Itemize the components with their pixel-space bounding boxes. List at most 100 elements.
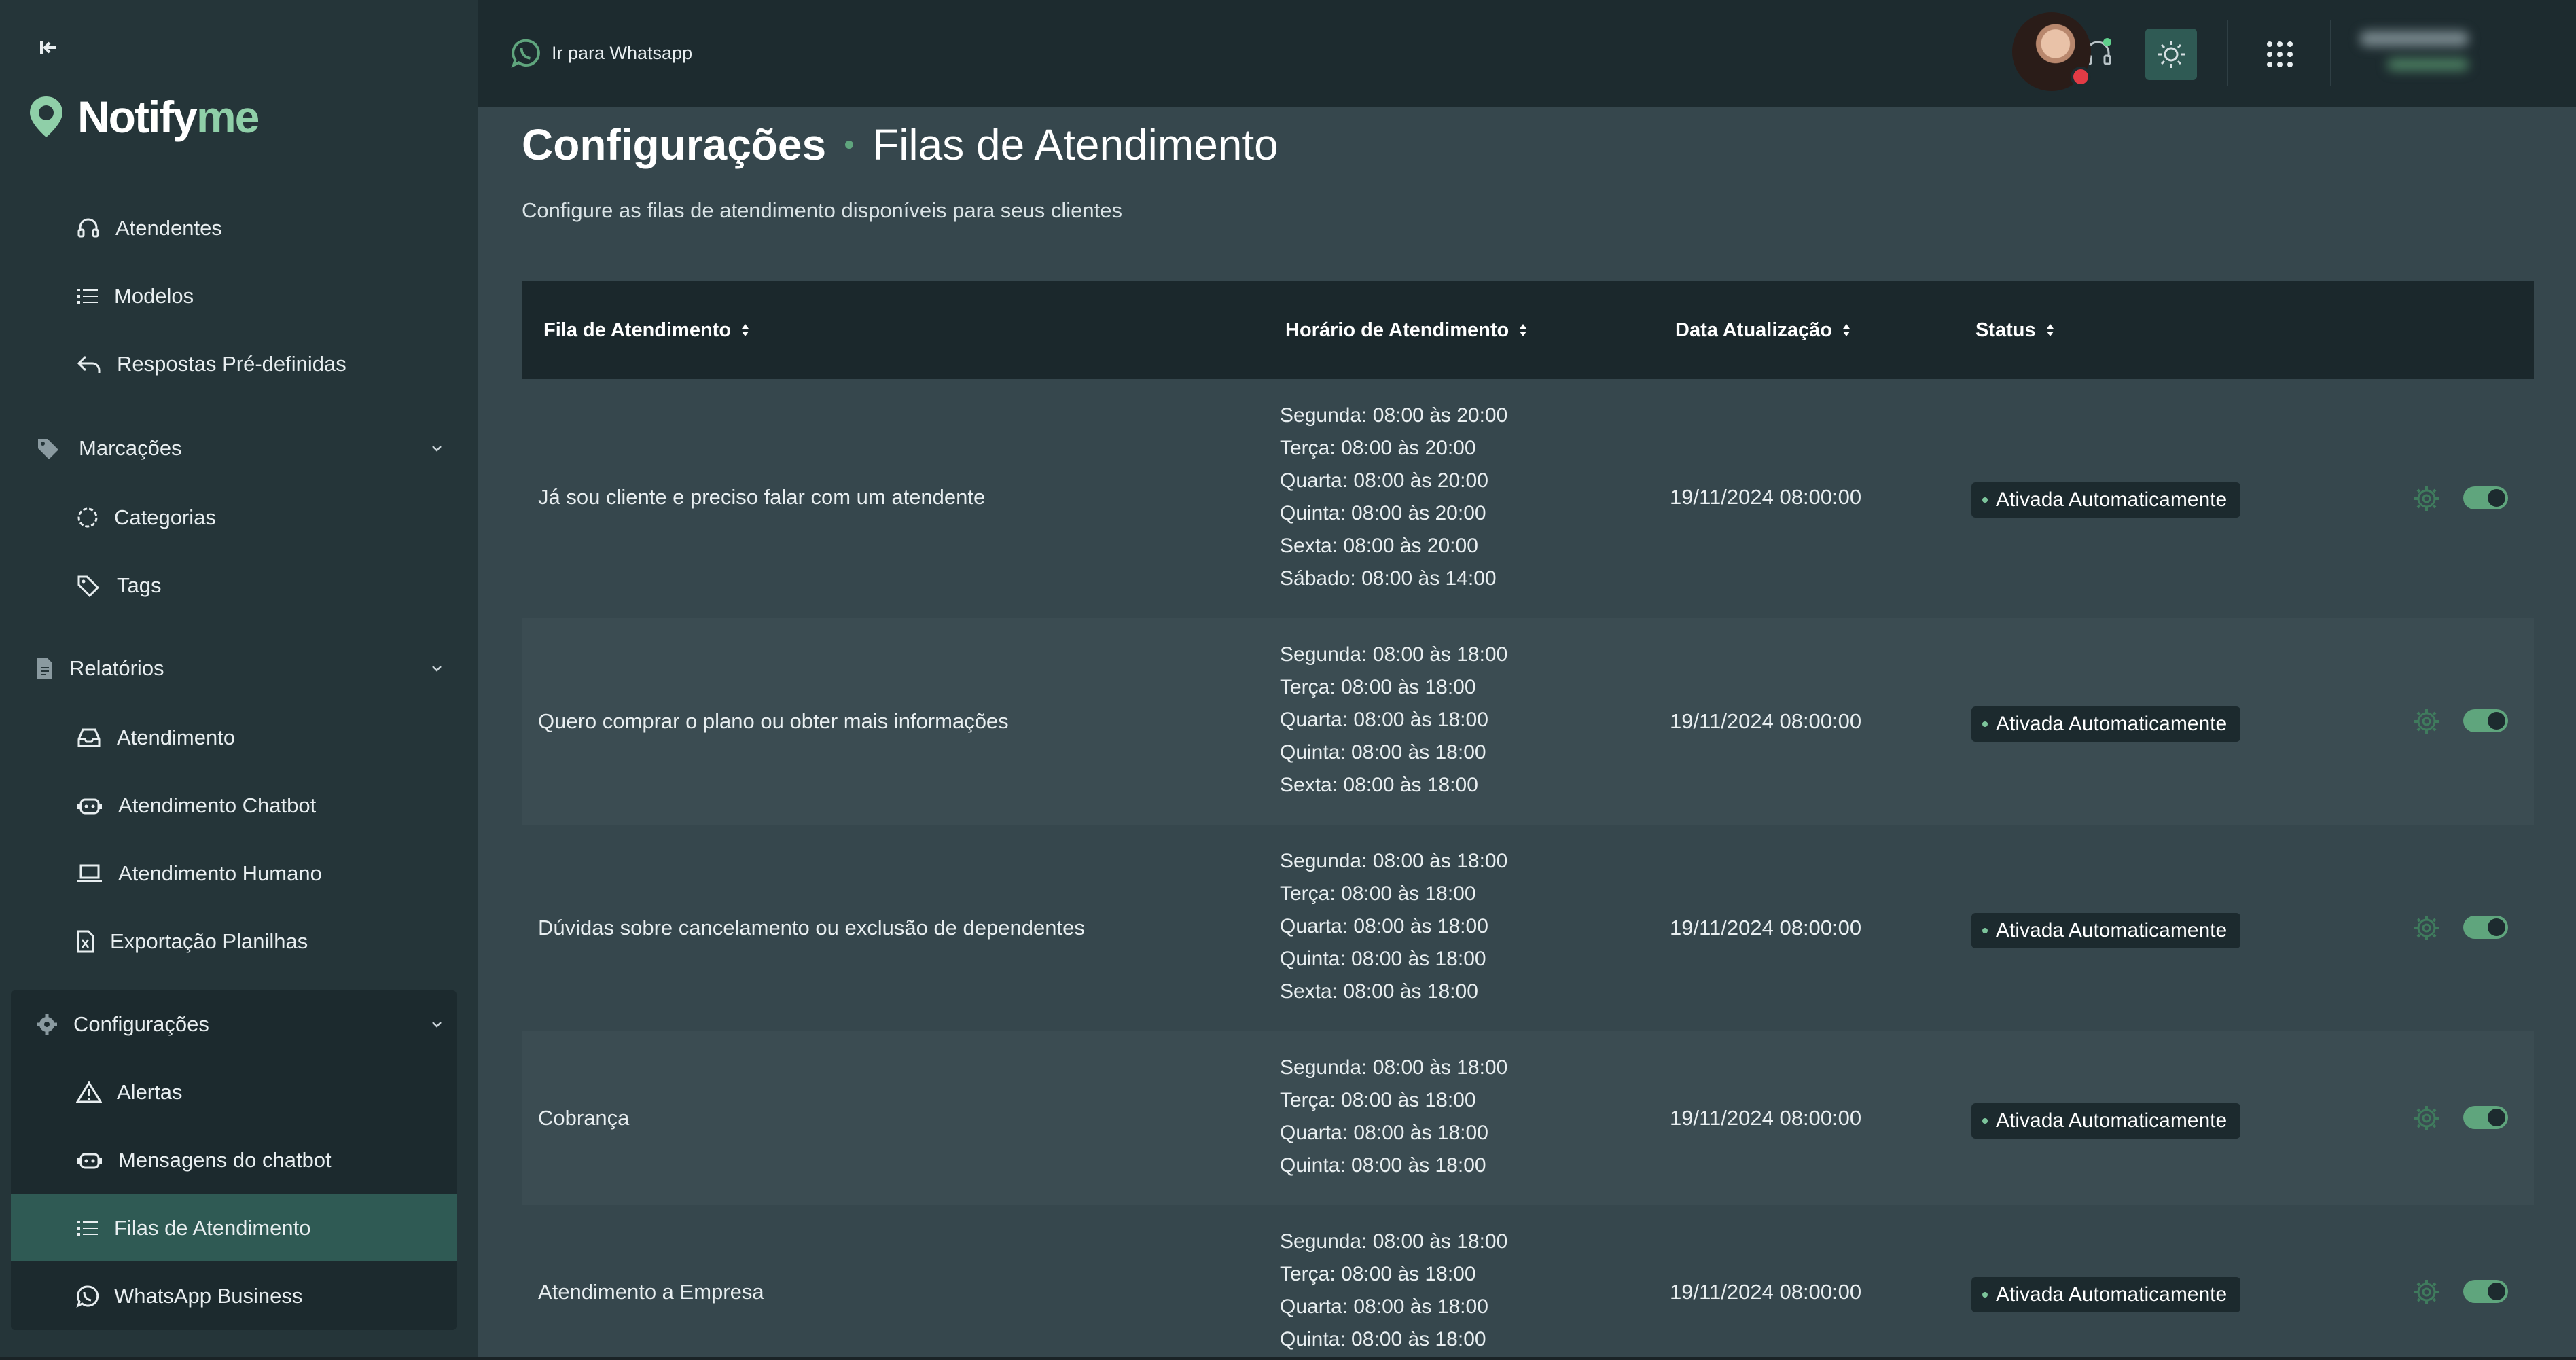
table-row: Dúvidas sobre cancelamento ou exclusão d… bbox=[522, 825, 2534, 1031]
sidebar-item-label: Atendimento bbox=[117, 726, 236, 749]
sidebar-item-atendimento-humano[interactable]: Atendimento Humano bbox=[76, 861, 322, 886]
sidebar-item-whatsapp-business[interactable]: WhatsApp Business bbox=[76, 1284, 302, 1308]
sidebar-section-relatorios[interactable]: Relatórios bbox=[35, 656, 443, 681]
gear-icon[interactable] bbox=[2412, 1277, 2441, 1307]
gear-icon[interactable] bbox=[2412, 913, 2441, 943]
status-badge: Ativada Automaticamente bbox=[1971, 482, 2241, 518]
schedule-line: Quarta: 08:00 às 20:00 bbox=[1280, 469, 1488, 492]
sidebar-item-filas-atendimento[interactable]: Filas de Atendimento bbox=[76, 1216, 311, 1240]
gear-icon[interactable] bbox=[2412, 706, 2441, 736]
whatsapp-link[interactable]: Ir para Whatsapp bbox=[511, 38, 692, 68]
sidebar-item-alertas[interactable]: Alertas bbox=[76, 1080, 182, 1105]
queue-name: Atendimento a Empresa bbox=[538, 1280, 764, 1304]
table-row: Quero comprar o plano ou obter mais info… bbox=[522, 618, 2534, 825]
notifyme-logo: Notifyme bbox=[27, 91, 260, 143]
schedule-line: Terça: 08:00 às 18:00 bbox=[1280, 676, 1476, 698]
schedule-line: Quinta: 08:00 às 18:00 bbox=[1280, 1328, 1486, 1350]
enable-toggle[interactable] bbox=[2463, 916, 2508, 939]
inbox-icon bbox=[77, 728, 101, 747]
status-badge: Ativada Automaticamente bbox=[1971, 706, 2241, 742]
theme-toggle-button[interactable] bbox=[2145, 29, 2197, 80]
schedule-line: Sábado: 08:00 às 14:00 bbox=[1280, 567, 1497, 590]
collapse-icon bbox=[40, 41, 56, 54]
sidebar-item-atendimento-chatbot[interactable]: Atendimento Chatbot bbox=[76, 793, 316, 818]
laptop-icon bbox=[77, 864, 102, 882]
warning-icon bbox=[76, 1081, 102, 1103]
page-title-section: Filas de Atendimento bbox=[872, 120, 1278, 169]
sidebar-section-label: Marcações bbox=[79, 436, 182, 460]
table-row: Cobrança Segunda: 08:00 às 18:00 Terça: … bbox=[522, 1031, 2534, 1205]
column-label: Horário de Atendimento bbox=[1285, 319, 1509, 341]
updated-date: 19/11/2024 08:00:00 bbox=[1670, 1106, 1862, 1130]
sidebar-item-tags[interactable]: Tags bbox=[76, 573, 161, 598]
sort-icon bbox=[1843, 324, 1850, 336]
sidebar-item-label: Alertas bbox=[117, 1080, 183, 1104]
queue-name: Já sou cliente e preciso falar com um at… bbox=[538, 485, 986, 509]
page-title-main: Configurações bbox=[522, 120, 827, 169]
sidebar-item-label: Mensagens do chatbot bbox=[118, 1148, 332, 1172]
gear-icon[interactable] bbox=[2412, 1103, 2441, 1133]
sidebar-item-mensagens-chatbot[interactable]: Mensagens do chatbot bbox=[76, 1148, 332, 1173]
schedule-line: Quarta: 08:00 às 18:00 bbox=[1280, 709, 1488, 731]
enable-toggle[interactable] bbox=[2463, 1280, 2508, 1303]
gear-icon[interactable] bbox=[2412, 484, 2441, 514]
schedule-line: Segunda: 08:00 às 18:00 bbox=[1280, 1056, 1508, 1079]
sidebar-item-label: Atendimento Chatbot bbox=[118, 793, 317, 817]
updated-date: 19/11/2024 08:00:00 bbox=[1670, 916, 1862, 940]
divider bbox=[2227, 20, 2228, 86]
grid-icon bbox=[2267, 41, 2293, 67]
schedule-line: Quinta: 08:00 às 18:00 bbox=[1280, 1154, 1486, 1177]
page-title: Configurações Filas de Atendimento bbox=[522, 120, 1278, 170]
collapse-sidebar-button[interactable] bbox=[34, 33, 64, 62]
column-header-data[interactable]: Data Atualização bbox=[1675, 281, 1851, 379]
sidebar-section-configuracoes[interactable]: Configurações bbox=[35, 1012, 443, 1037]
schedule-line: Quinta: 08:00 às 20:00 bbox=[1280, 502, 1486, 524]
sidebar-item-label: Respostas Pré-definidas bbox=[117, 352, 346, 376]
sidebar-section-marcacoes[interactable]: Marcações bbox=[35, 436, 443, 461]
schedule-line: Sexta: 08:00 às 18:00 bbox=[1280, 774, 1478, 796]
column-label: Fila de Atendimento bbox=[543, 319, 732, 341]
excel-icon bbox=[77, 930, 94, 953]
whatsapp-link-label: Ir para Whatsapp bbox=[552, 42, 693, 63]
status-badge: Ativada Automaticamente bbox=[1971, 1103, 2241, 1139]
sidebar-item-label: Categorias bbox=[114, 505, 216, 529]
column-header-horario[interactable]: Horário de Atendimento bbox=[1285, 281, 1528, 379]
sidebar: Notifyme Atendentes Modelos Respostas Pr… bbox=[0, 0, 478, 1360]
reply-icon bbox=[77, 355, 101, 373]
enable-toggle[interactable] bbox=[2463, 1106, 2508, 1129]
sidebar-item-respostas[interactable]: Respostas Pré-definidas bbox=[76, 352, 346, 376]
enable-toggle[interactable] bbox=[2463, 486, 2508, 509]
schedule-line: Terça: 08:00 às 18:00 bbox=[1280, 1089, 1476, 1111]
column-label: Data Atualização bbox=[1675, 319, 1832, 341]
schedule-line: Terça: 08:00 às 18:00 bbox=[1280, 882, 1476, 905]
column-header-status[interactable]: Status bbox=[1975, 281, 2055, 379]
apps-grid-button[interactable] bbox=[2254, 29, 2306, 80]
status-badge: Ativada Automaticamente bbox=[1971, 1277, 2241, 1312]
tag-icon bbox=[77, 575, 100, 597]
sidebar-item-atendentes[interactable]: Atendentes bbox=[76, 216, 222, 240]
schedule-line: Quinta: 08:00 às 18:00 bbox=[1280, 741, 1486, 764]
column-header-fila[interactable]: Fila de Atendimento bbox=[543, 281, 750, 379]
sidebar-item-categorias[interactable]: Categorias bbox=[76, 505, 216, 530]
updated-date: 19/11/2024 08:00:00 bbox=[1670, 485, 1862, 509]
status-indicator bbox=[2071, 67, 2091, 87]
schedule-line: Quarta: 08:00 às 18:00 bbox=[1280, 915, 1488, 937]
report-icon bbox=[37, 658, 52, 679]
topbar: Ir para Whatsapp bbox=[478, 0, 2576, 107]
list-icon bbox=[77, 289, 98, 304]
table-row: Já sou cliente e preciso falar com um at… bbox=[522, 379, 2534, 618]
logo-text-main: Notify bbox=[77, 92, 198, 142]
sidebar-item-modelos[interactable]: Modelos bbox=[76, 284, 194, 308]
sort-icon bbox=[2046, 324, 2054, 336]
schedule-line: Sexta: 08:00 às 18:00 bbox=[1280, 980, 1478, 1003]
queue-name: Cobrança bbox=[538, 1106, 630, 1130]
enable-toggle[interactable] bbox=[2463, 709, 2508, 732]
robot-icon bbox=[77, 1153, 102, 1169]
sidebar-item-relatorio-atendimento[interactable]: Atendimento bbox=[76, 726, 235, 750]
sidebar-item-exportacao[interactable]: Exportação Planilhas bbox=[76, 929, 308, 954]
schedule-line: Segunda: 08:00 às 20:00 bbox=[1280, 404, 1508, 427]
divider bbox=[2330, 20, 2331, 86]
logo-text-accent: me bbox=[196, 92, 260, 142]
sidebar-item-label: Tags bbox=[117, 573, 162, 597]
schedule-line: Terça: 08:00 às 18:00 bbox=[1280, 1263, 1476, 1285]
